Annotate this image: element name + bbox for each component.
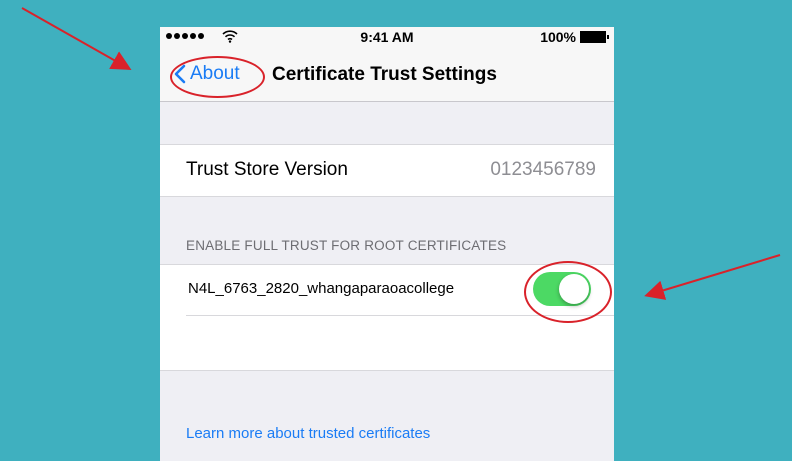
trust-store-row: Trust Store Version 0123456789 [160, 144, 614, 197]
annotation-arrow-back [21, 7, 132, 70]
certificate-name: N4L_6763_2820_whangaparaoacollege [188, 280, 455, 297]
annotation-circle-back [170, 56, 265, 98]
page-title: Certificate Trust Settings [272, 64, 497, 85]
annotation-arrow-toggle [644, 254, 781, 300]
annotation-circle-toggle [524, 261, 612, 323]
section-header-full-trust: ENABLE FULL TRUST FOR ROOT CERTIFICATES [186, 238, 507, 253]
navigation-bar: About Certificate Trust Settings [160, 47, 614, 102]
phone-screen: 9:41 AM 100% About Certificate Trust Set… [160, 27, 614, 461]
battery-indicator: 100% [540, 29, 609, 45]
learn-more-link[interactable]: Learn more about trusted certificates [186, 425, 430, 442]
battery-icon [580, 31, 609, 43]
trust-store-label: Trust Store Version [186, 159, 348, 180]
battery-percent: 100% [540, 29, 576, 45]
trust-store-value: 0123456789 [490, 159, 596, 180]
status-bar: 9:41 AM 100% [160, 27, 614, 47]
